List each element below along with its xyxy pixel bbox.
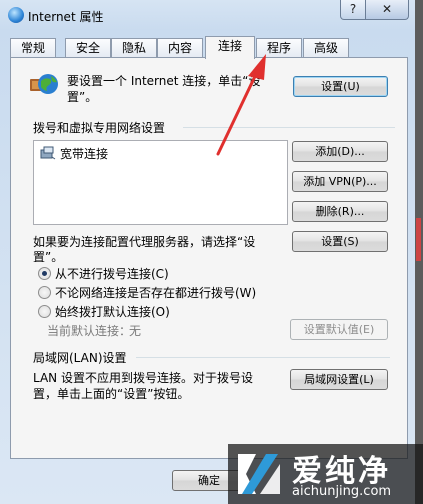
tab-connections[interactable]: 连接 (205, 36, 255, 59)
annotation-arrow (216, 54, 266, 156)
watermark-url: aichunjing.com (292, 484, 392, 499)
watermark-logo-icon (238, 454, 280, 494)
background-scroll-marker (416, 218, 421, 261)
watermark: 爱纯净 aichunjing.com (228, 444, 423, 504)
